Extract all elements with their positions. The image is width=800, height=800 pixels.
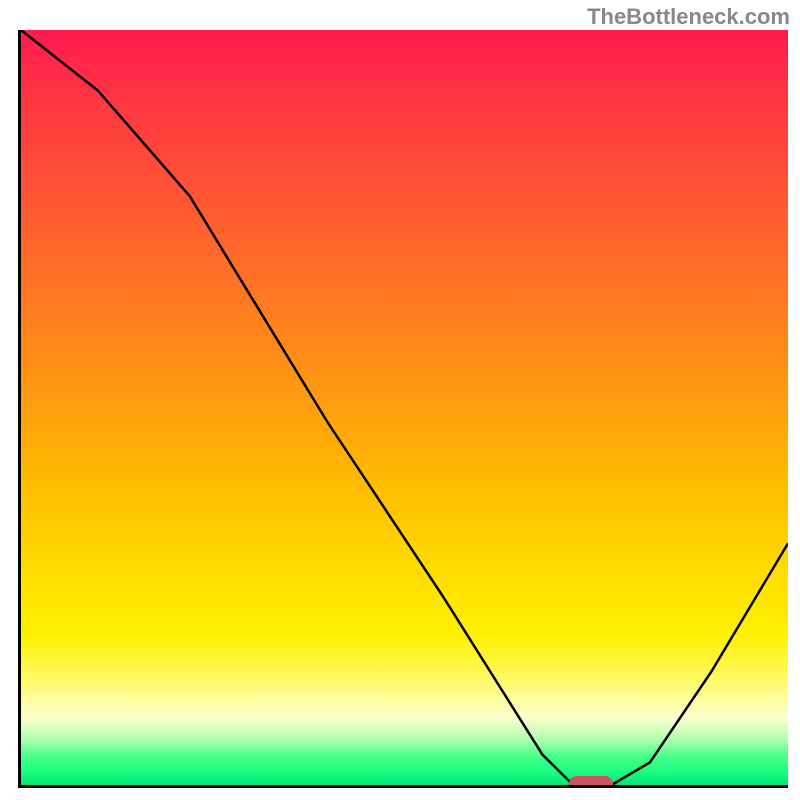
watermark-text: TheBottleneck.com — [587, 4, 790, 30]
chart-line-series — [21, 30, 788, 785]
bottleneck-curve-path — [21, 30, 788, 785]
optimal-marker — [569, 776, 613, 788]
chart-plot-area — [18, 30, 788, 788]
